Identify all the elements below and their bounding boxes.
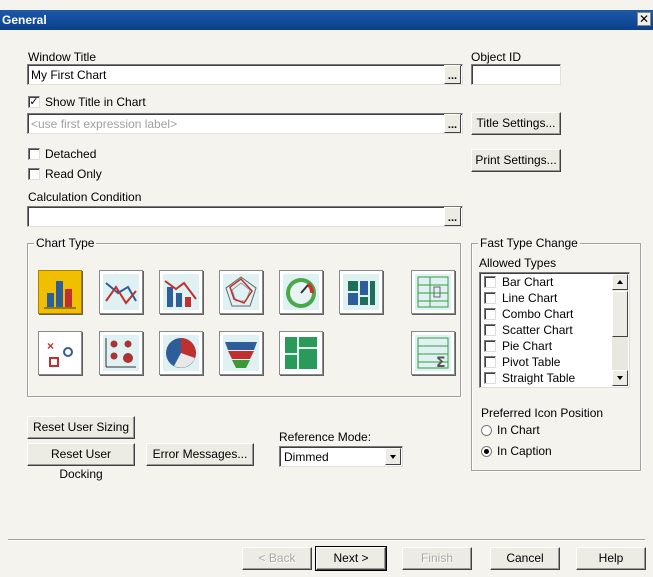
- bar-chart-icon[interactable]: [38, 270, 82, 314]
- calc-condition-ellipsis-button[interactable]: ...: [444, 207, 461, 226]
- fast-type-change-label: Fast Type Change: [478, 236, 580, 250]
- funnel-chart-icon[interactable]: [219, 331, 263, 375]
- arrow-up-icon: [617, 280, 623, 284]
- in-chart-label: In Chart: [497, 423, 540, 437]
- gauge-chart-icon[interactable]: [279, 270, 323, 314]
- in-caption-radio[interactable]: [481, 446, 492, 457]
- calc-condition-input[interactable]: [27, 206, 463, 227]
- allowed-type-checkbox[interactable]: [484, 356, 496, 368]
- title-bar: General ✕: [0, 10, 653, 30]
- window-title-label: Window Title: [28, 50, 97, 64]
- allowed-types-list: Bar Chart Line Chart Combo Chart Scatter…: [479, 272, 630, 388]
- radar-chart-icon[interactable]: [219, 270, 263, 314]
- straight-table-icon[interactable]: Σ: [411, 331, 455, 375]
- reference-mode-label: Reference Mode:: [279, 430, 372, 444]
- mekko-chart-icon[interactable]: [339, 270, 383, 314]
- dropdown-button[interactable]: [385, 448, 401, 465]
- pie-chart-icon[interactable]: [159, 331, 203, 375]
- allowed-type-checkbox[interactable]: [484, 340, 496, 352]
- chart-type-label: Chart Type: [34, 236, 97, 250]
- read-only-checkbox[interactable]: [28, 168, 40, 180]
- title-settings-button[interactable]: Title Settings...: [471, 112, 561, 135]
- line-chart-icon[interactable]: [99, 270, 143, 314]
- radio-dot: [484, 449, 489, 454]
- title-expression-input[interactable]: <use first expression label>: [27, 113, 463, 134]
- scroll-thumb[interactable]: [612, 291, 628, 337]
- detached-checkbox[interactable]: [28, 148, 40, 160]
- close-icon[interactable]: ✕: [637, 12, 651, 26]
- finish-button[interactable]: Finish: [402, 547, 472, 570]
- detached-label: Detached: [45, 147, 97, 161]
- pivot-table-icon[interactable]: [411, 270, 455, 314]
- show-title-checkbox[interactable]: ✓: [28, 96, 40, 108]
- allowed-type-checkbox[interactable]: [484, 292, 496, 304]
- allowed-type-checkbox[interactable]: [484, 276, 496, 288]
- error-messages-button[interactable]: Error Messages...: [146, 443, 254, 466]
- print-settings-button[interactable]: Print Settings...: [471, 149, 561, 172]
- scroll-up-button[interactable]: [612, 274, 628, 290]
- dialog-title: General: [2, 13, 47, 27]
- preferred-icon-position-label: Preferred Icon Position: [481, 406, 604, 420]
- footer-divider: [8, 539, 645, 541]
- help-button[interactable]: Help: [576, 547, 646, 570]
- allowed-types-label: Allowed Types: [479, 256, 557, 270]
- in-caption-label: In Caption: [497, 444, 552, 458]
- back-button[interactable]: < Back: [242, 547, 312, 570]
- read-only-label: Read Only: [45, 167, 102, 181]
- reset-user-sizing-button[interactable]: Reset User Sizing: [27, 416, 135, 439]
- show-title-label: Show Title in Chart: [45, 95, 146, 109]
- general-dialog: General ✕ Window Title My First Chart ..…: [0, 0, 653, 577]
- scatter-chart-icon[interactable]: ×: [38, 331, 82, 375]
- window-title-input[interactable]: My First Chart: [27, 64, 463, 85]
- title-expression-ellipsis-button[interactable]: ...: [444, 114, 461, 133]
- combo-chart-icon[interactable]: [159, 270, 203, 314]
- block-chart-icon[interactable]: [279, 331, 323, 375]
- list-scrollbar[interactable]: [612, 274, 628, 386]
- reference-mode-value: Dimmed: [284, 450, 329, 464]
- svg-text:Σ: Σ: [436, 355, 446, 371]
- grid-chart-icon[interactable]: [99, 331, 143, 375]
- window-title-ellipsis-button[interactable]: ...: [444, 65, 461, 84]
- chevron-down-icon: [390, 455, 396, 459]
- object-id-input[interactable]: [471, 64, 561, 85]
- arrow-down-icon: [617, 376, 623, 380]
- cancel-button[interactable]: Cancel: [490, 547, 560, 570]
- scroll-down-button[interactable]: [612, 370, 628, 386]
- allowed-type-checkbox[interactable]: [484, 324, 496, 336]
- object-id-label: Object ID: [471, 50, 522, 64]
- reset-user-docking-button[interactable]: Reset User Docking: [27, 443, 135, 481]
- calc-condition-label: Calculation Condition: [28, 190, 142, 204]
- svg-text:×: ×: [47, 339, 54, 353]
- next-button[interactable]: Next >: [315, 546, 387, 571]
- in-chart-radio[interactable]: [481, 425, 492, 436]
- allowed-type-checkbox[interactable]: [484, 308, 496, 320]
- allowed-type-checkbox[interactable]: [484, 372, 496, 384]
- reference-mode-select[interactable]: Dimmed: [279, 446, 403, 467]
